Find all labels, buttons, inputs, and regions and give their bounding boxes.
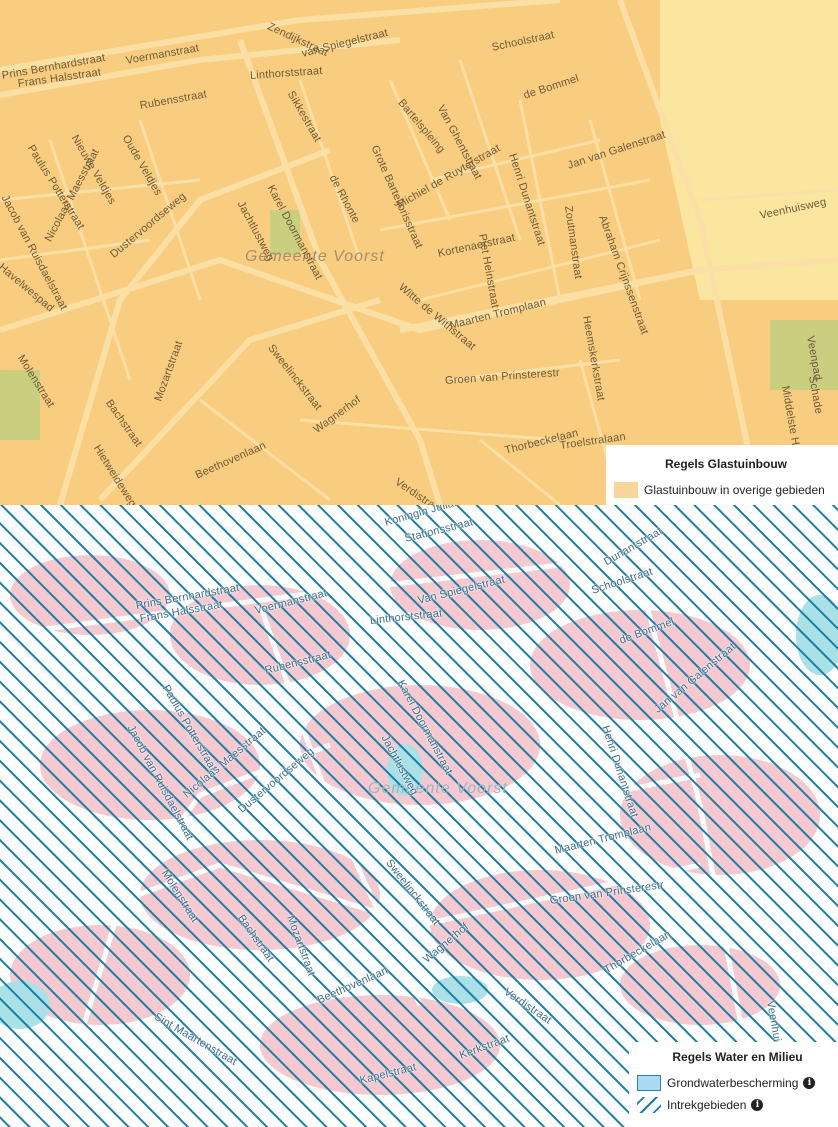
legend-item-label: Glastuinbouw in overige gebieden	[644, 483, 825, 497]
municipality-label: Gemeente Voorst	[368, 780, 508, 797]
legend-item-label: Grondwaterbescherming	[667, 1076, 799, 1090]
legend-item-label: Intrekgebieden	[667, 1098, 747, 1112]
grondwaterbescherming-swatch-icon	[637, 1075, 661, 1091]
info-icon[interactable]: i	[803, 1077, 816, 1089]
water-milieu-legend: Regels Water en Milieu Grondwaterbescher…	[629, 1042, 838, 1127]
intrekgebieden-swatch-icon	[637, 1097, 661, 1113]
legend-item-grondwaterbescherming: Grondwaterbescherming i	[637, 1072, 838, 1094]
legend-item-intrekgebieden: Intrekgebieden i	[637, 1094, 838, 1116]
info-icon[interactable]: i	[751, 1099, 764, 1111]
legend-title: Regels Glastuinbouw	[664, 457, 787, 471]
glastuinbouw-legend: Regels Glastuinbouw Glastuinbouw in over…	[606, 445, 838, 505]
legend-title: Regels Water en Milieu	[672, 1050, 803, 1064]
glastuinbouw-map-panel[interactable]: Gemeente Voorst Prins Bernhardstraat Fra…	[0, 0, 838, 505]
legend-item-glastuinbouw: Glastuinbouw in overige gebieden	[614, 479, 838, 501]
glastuinbouw-swatch-icon	[614, 482, 638, 498]
water-milieu-map-panel[interactable]: Gemeente Voorst Stationsstraat Koningin …	[0, 505, 838, 1127]
